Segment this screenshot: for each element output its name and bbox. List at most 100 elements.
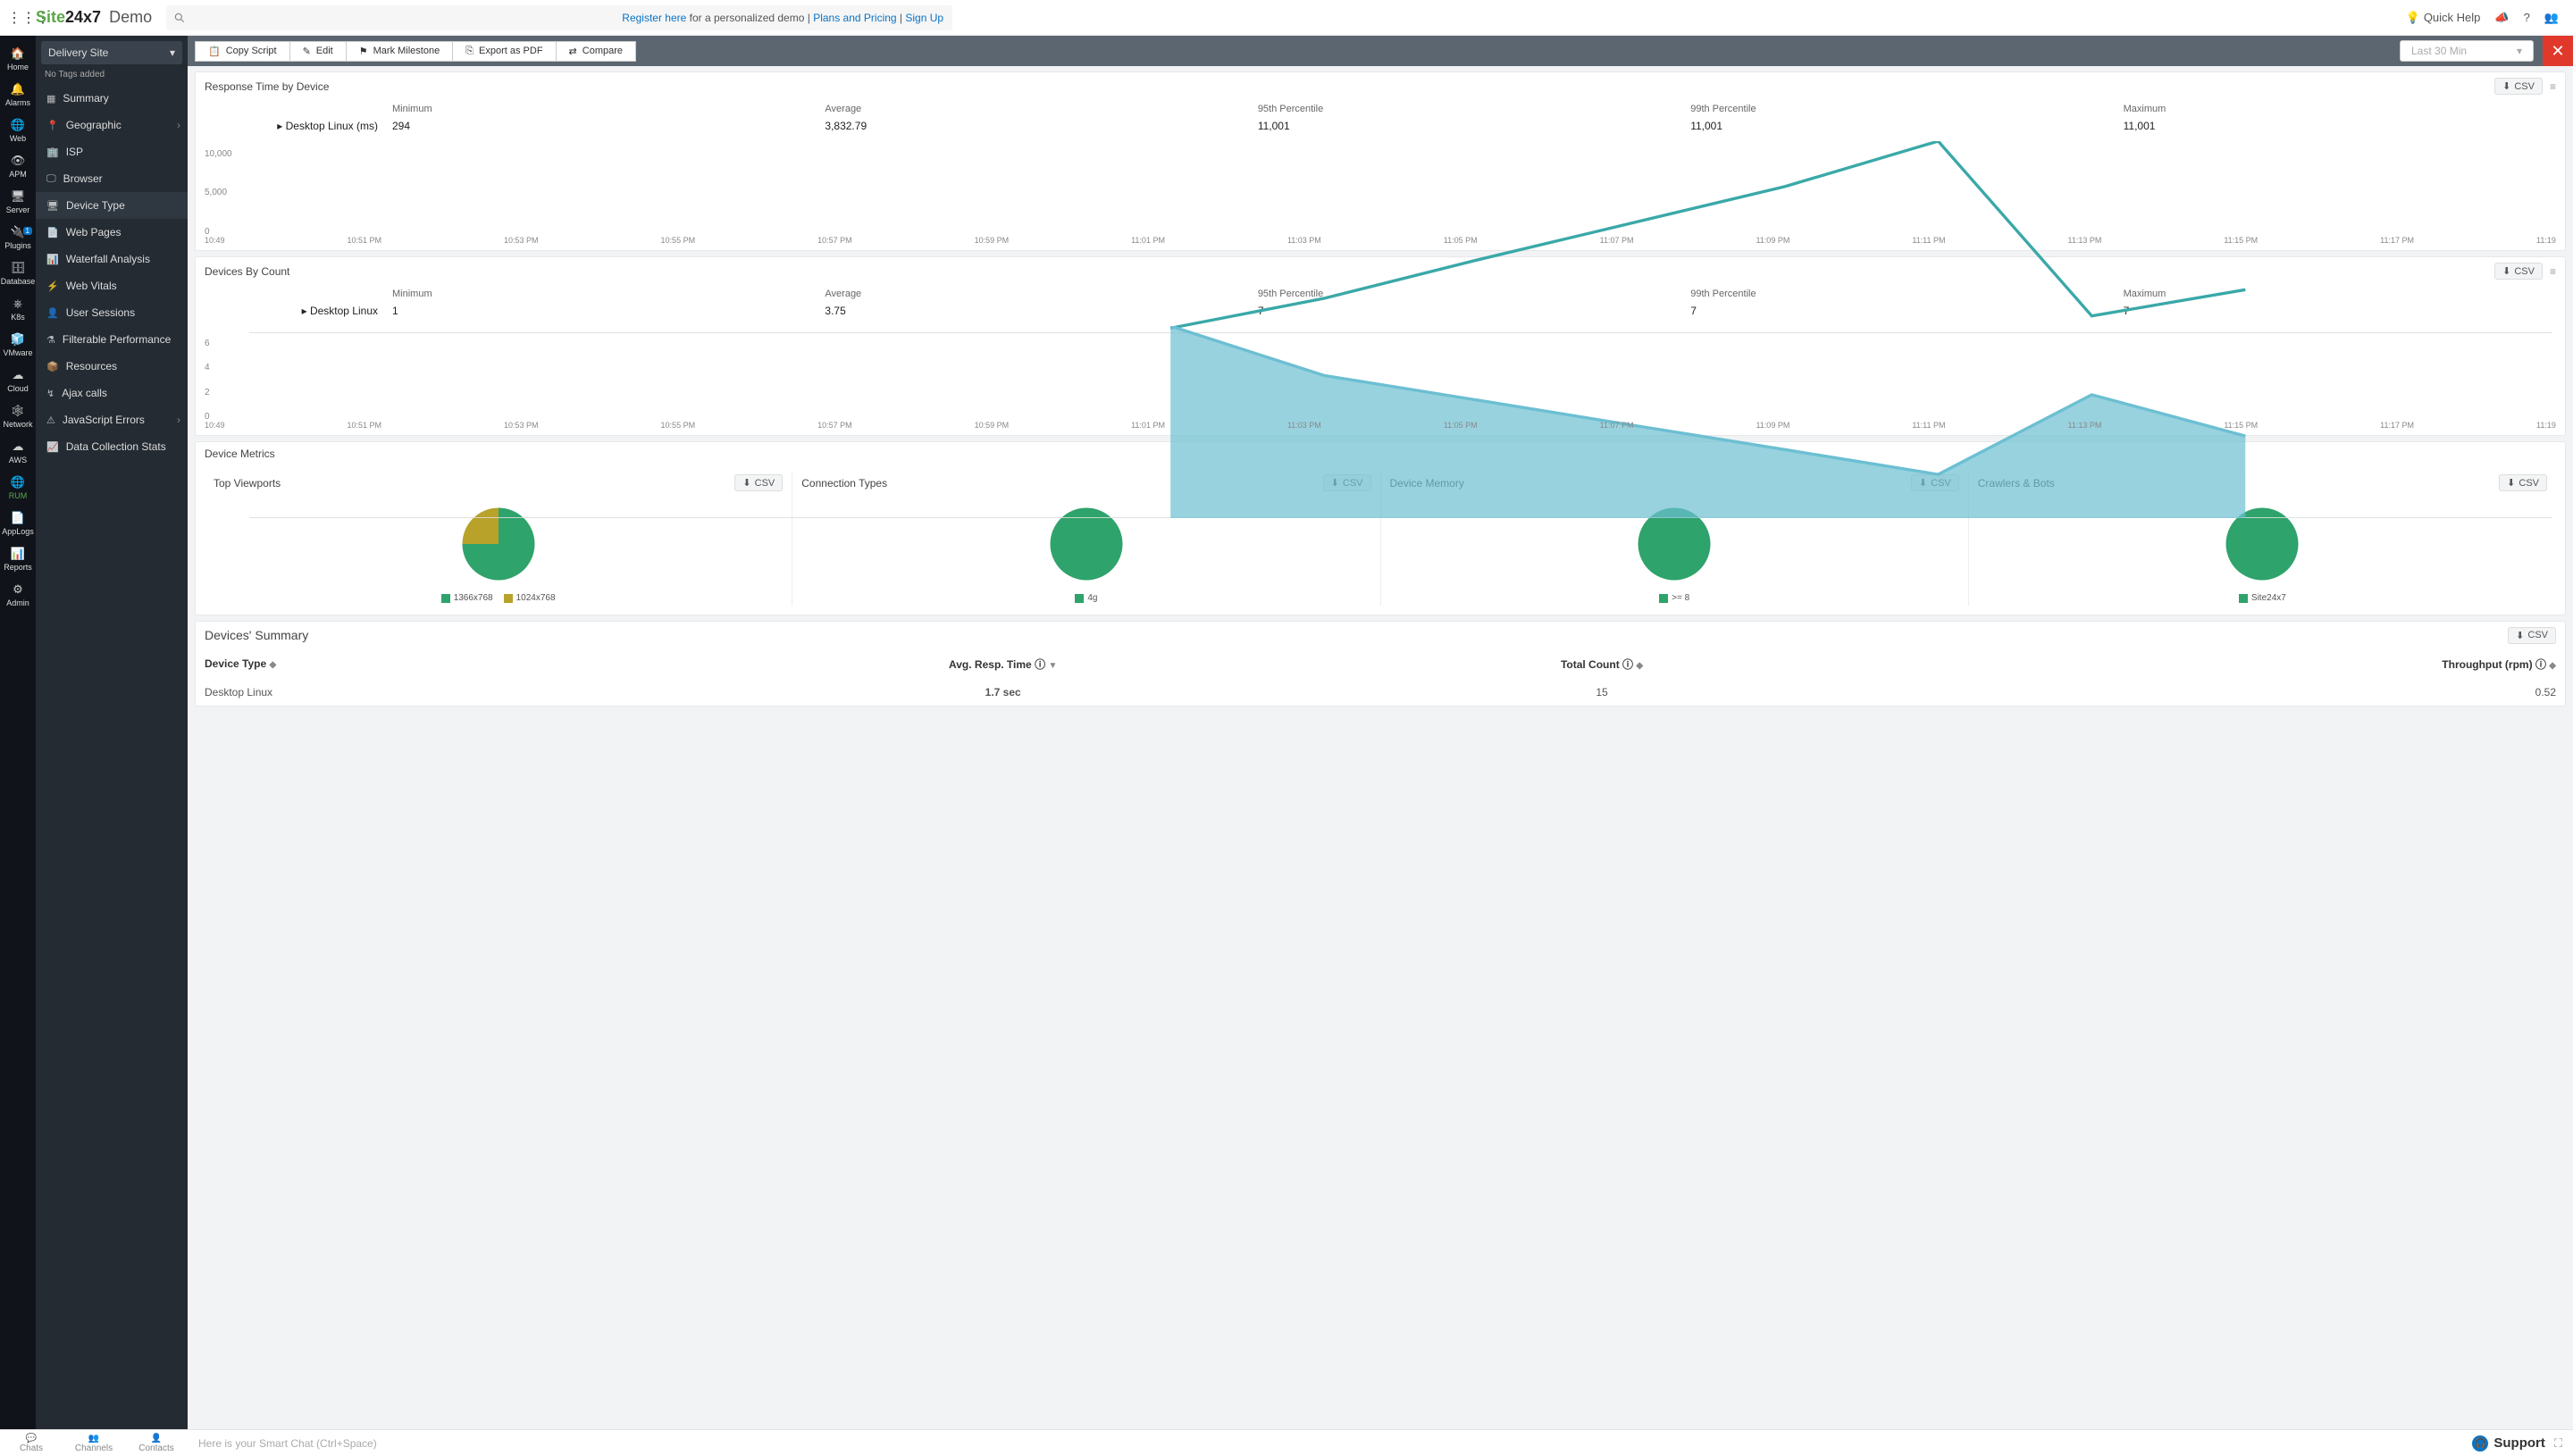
info-icon[interactable]: ⓘ <box>2535 658 2546 671</box>
sidebar-item-filterable-performance[interactable]: ⚗Filterable Performance <box>36 326 188 353</box>
footer-contacts[interactable]: 👤Contacts <box>125 1434 188 1453</box>
sidebar-item-data-collection-stats[interactable]: 📈Data Collection Stats <box>36 433 188 460</box>
csv-button[interactable]: ⬇CSV <box>2494 78 2543 95</box>
pie-legend: Site24x7 <box>1978 593 2547 606</box>
user-sessions-icon: 👤 <box>46 307 59 319</box>
edit-button[interactable]: ✎Edit <box>289 41 347 62</box>
legend-item: Site24x7 <box>2239 593 2286 603</box>
sidebar-item-label: Web Vitals <box>66 280 117 292</box>
download-icon: ⬇ <box>2502 80 2510 92</box>
info-icon[interactable]: ⓘ <box>1035 658 1045 671</box>
sidebar-item-resources[interactable]: 📦 Resources <box>36 353 188 380</box>
expand-icon[interactable]: ▸ <box>277 120 282 132</box>
apps-grid-icon[interactable]: ⋮⋮⋮ <box>7 9 29 27</box>
rail-rum[interactable]: 🌐RUM <box>0 470 36 506</box>
sidebar-item-label: Ajax calls <box>62 387 107 399</box>
col-avg-resp[interactable]: Avg. Resp. Time ⓘ ▼ <box>669 649 1337 679</box>
sidebar-item-label: Summary <box>63 92 108 105</box>
rail-applogs[interactable]: 📄AppLogs <box>0 506 36 541</box>
sidebar-item-web-pages[interactable]: 📄Web Pages <box>36 219 188 246</box>
chat-icon: 💬 <box>0 1434 63 1443</box>
response-time-chart: 05,00010,00010:4910:51 PM10:53 PM10:55 P… <box>205 138 2556 245</box>
rail-reports[interactable]: 📊Reports <box>0 541 36 577</box>
rail-aws[interactable]: ☁AWS <box>0 434 36 470</box>
panel-title: Devices' Summary <box>205 628 308 642</box>
user-icon[interactable]: 👥 <box>2544 11 2559 25</box>
rail-network[interactable]: 🕸Network <box>0 398 36 434</box>
rail-admin[interactable]: ⚙Admin <box>0 577 36 613</box>
rail-alarms[interactable]: 🔔Alarms <box>0 77 36 113</box>
info-icon[interactable]: ⓘ <box>1622 658 1633 671</box>
sidebar-item-label: JavaScript Errors <box>63 414 145 426</box>
rail-cloud[interactable]: ☁Cloud <box>0 363 36 398</box>
help-icon[interactable]: ? <box>2524 11 2530 24</box>
sidebar-item-label: Data Collection Stats <box>66 440 166 453</box>
copy-script-button[interactable]: 📋Copy Script <box>195 41 290 62</box>
time-range-selector[interactable]: Last 30 Min ▾ <box>2400 40 2534 62</box>
col-device-type[interactable]: Device Type ◆ <box>196 649 669 679</box>
rail-apm[interactable]: 👁APM <box>0 148 36 184</box>
site24x7-logo[interactable]: Site24x7 Demo <box>36 8 152 27</box>
response-time-panel: Response Time by Device ⬇CSV ≡ Minimum A… <box>195 71 2566 251</box>
export-pdf-button[interactable]: ⎘Export as PDF <box>452 41 556 62</box>
sidebar-item-javascript-errors[interactable]: ⚠JavaScript Errors› <box>36 406 188 433</box>
footer-channels[interactable]: 👥Channels <box>63 1434 125 1453</box>
sidebar-item-label: User Sessions <box>66 306 135 319</box>
sidebar-item-label: Waterfall Analysis <box>66 253 150 265</box>
quick-help-link[interactable]: 💡Quick Help <box>2406 11 2481 25</box>
pie-legend: 4g <box>801 593 1370 606</box>
close-button[interactable]: ✕ <box>2543 36 2573 66</box>
megaphone-icon[interactable]: 📣 <box>2494 11 2509 25</box>
col-throughput[interactable]: Throughput (rpm) ⓘ ◆ <box>1867 649 2565 679</box>
global-search[interactable]: Register here for a personalized demo | … <box>166 5 952 30</box>
sidebar-item-geographic[interactable]: 📍Geographic› <box>36 112 188 138</box>
legend-item: 1366x768 <box>441 593 493 603</box>
expand-icon[interactable]: ⛶ <box>2554 1436 2562 1451</box>
rail-vmware[interactable]: 🧊VMware <box>0 327 36 363</box>
applogs-icon: 📄 <box>11 511 25 524</box>
rail-web[interactable]: 🌐Web <box>0 113 36 148</box>
compare-icon: ⇄ <box>569 46 577 57</box>
site-selector[interactable]: Delivery Site ▾ <box>41 41 182 64</box>
sidebar-item-label: Web Pages <box>66 226 122 238</box>
support-button[interactable]: 🎧Support <box>2472 1435 2545 1452</box>
smart-chat-placeholder[interactable]: Here is your Smart Chat (Ctrl+Space) <box>188 1437 2472 1450</box>
sidebar-item-device-type[interactable]: 🖥Device Type <box>36 192 188 219</box>
table-row[interactable]: Desktop Linux 1.7 sec 15 0.52 <box>196 679 2565 706</box>
panel-menu-icon[interactable]: ≡ <box>2550 80 2556 93</box>
compare-button[interactable]: ⇄Compare <box>556 41 636 62</box>
footer-chats[interactable]: 💬Chats <box>0 1434 63 1453</box>
sidebar-item-label: Resources <box>66 360 117 372</box>
sidebar-item-browser[interactable]: 🖵Browser <box>36 165 188 192</box>
mark-milestone-button[interactable]: ⚑Mark Milestone <box>346 41 453 62</box>
signup-link[interactable]: Sign Up <box>905 12 943 24</box>
topbar: ⋮⋮⋮ Site24x7 Demo Register here for a pe… <box>0 0 2573 36</box>
sidebar-item-isp[interactable]: 🏢ISP <box>36 138 188 165</box>
sort-icon: ◆ <box>270 660 277 670</box>
sidebar-item-summary[interactable]: ▦Summary <box>36 85 188 112</box>
legend-item: 4g <box>1075 593 1097 603</box>
database-icon: 🗄 <box>11 261 26 274</box>
csv-button[interactable]: ⬇CSV <box>2508 627 2556 644</box>
rail-k8s[interactable]: ⎈K8s <box>0 291 36 327</box>
sidebar-item-label: Filterable Performance <box>63 333 171 346</box>
rum-sidebar: Delivery Site ▾ No Tags added ▦Summary📍G… <box>36 36 188 1429</box>
panel-title: Response Time by Device <box>205 80 329 93</box>
legend-item: >= 8 <box>1659 593 1689 603</box>
device-type-icon: 🖥 <box>46 200 59 212</box>
plans-link[interactable]: Plans and Pricing <box>813 12 896 24</box>
rail-home[interactable]: 🏠Home <box>0 41 36 77</box>
vmware-icon: 🧊 <box>11 332 25 346</box>
sort-desc-icon: ▼ <box>1048 661 1057 671</box>
scroll-content[interactable]: Response Time by Device ⬇CSV ≡ Minimum A… <box>188 66 2573 1429</box>
register-link[interactable]: Register here <box>622 12 686 24</box>
sidebar-item-user-sessions[interactable]: 👤 User Sessions <box>36 299 188 326</box>
sidebar-item-waterfall-analysis[interactable]: 📊Waterfall Analysis <box>36 246 188 272</box>
sidebar-item-ajax-calls[interactable]: ↯Ajax calls <box>36 380 188 406</box>
rail-database[interactable]: 🗄Database <box>0 255 36 291</box>
sidebar-item-web-vitals[interactable]: ⚡Web Vitals <box>36 272 188 299</box>
rail-server[interactable]: 🖥Server <box>0 184 36 220</box>
resources-icon: 📦 <box>46 361 59 372</box>
rail-plugins[interactable]: 🔌1Plugins <box>0 220 36 255</box>
col-total-count[interactable]: Total Count ⓘ ◆ <box>1337 649 1866 679</box>
